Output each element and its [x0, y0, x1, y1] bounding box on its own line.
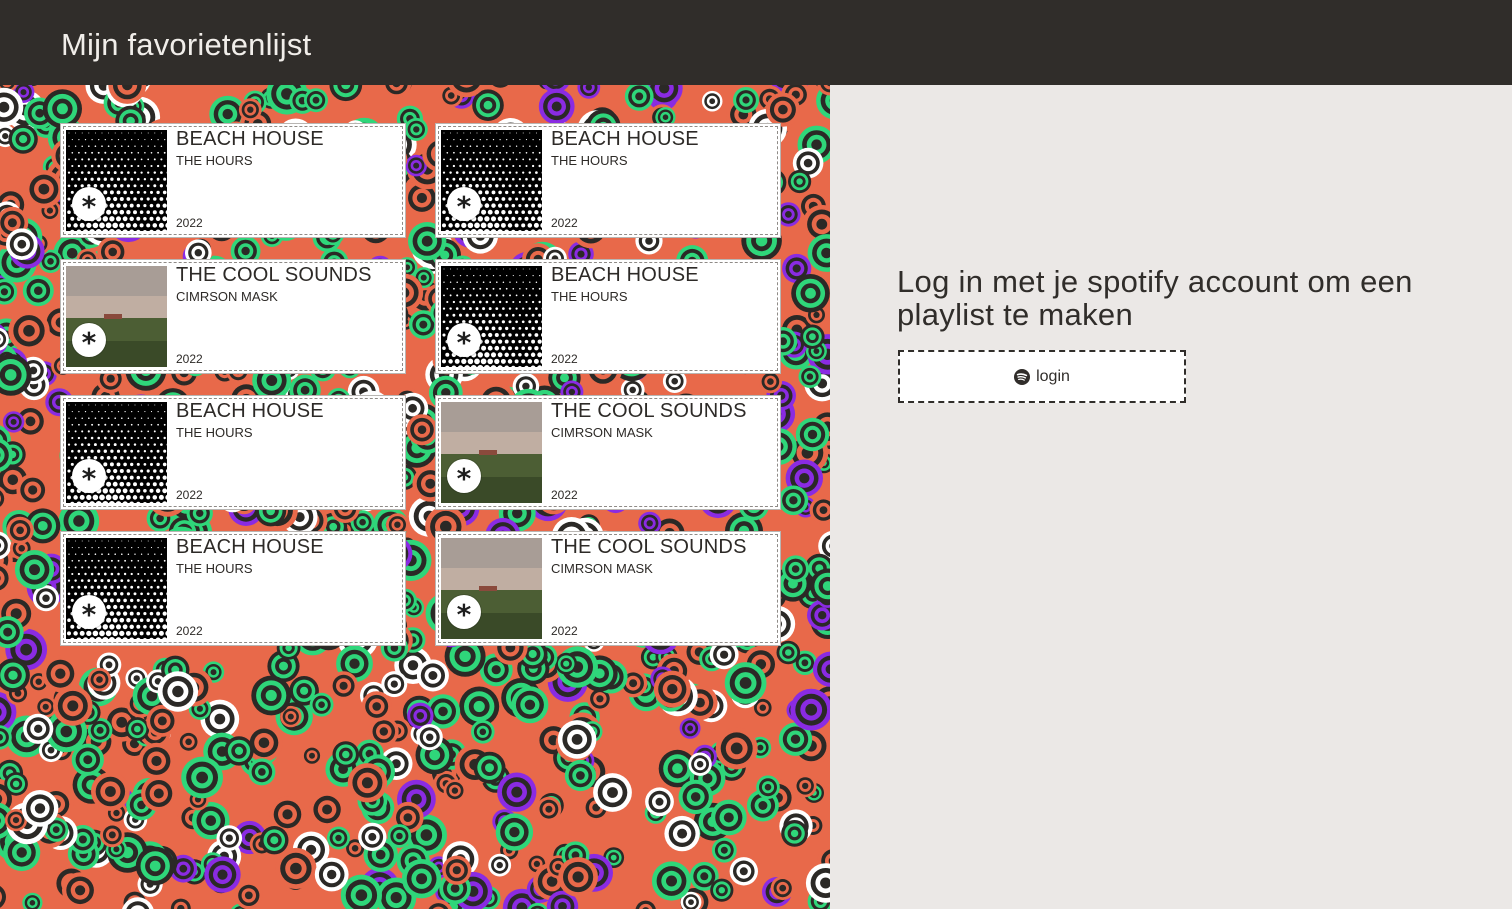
track-artist: THE HOURS — [176, 153, 253, 168]
star-icon[interactable]: * — [72, 323, 106, 359]
track-year: 2022 — [551, 352, 578, 366]
favorites-grid: * BEACH HOUSE THE HOURS 2022 * BEACH HOU… — [0, 85, 830, 909]
favorite-card[interactable]: * BEACH HOUSE THE HOURS 2022 — [435, 259, 781, 374]
track-artist: THE HOURS — [551, 153, 628, 168]
track-year: 2022 — [176, 352, 203, 366]
track-year: 2022 — [551, 488, 578, 502]
favorite-card[interactable]: * BEACH HOUSE THE HOURS 2022 — [60, 531, 406, 646]
favorites-panel: * BEACH HOUSE THE HOURS 2022 * BEACH HOU… — [0, 85, 830, 909]
track-title: THE COOL SOUNDS — [551, 536, 747, 558]
track-year: 2022 — [551, 624, 578, 638]
track-year: 2022 — [176, 216, 203, 230]
track-title: BEACH HOUSE — [176, 128, 324, 150]
favorite-card[interactable]: * THE COOL SOUNDS CIMRSON MASK 2022 — [435, 395, 781, 510]
track-year: 2022 — [551, 216, 578, 230]
star-icon[interactable]: * — [447, 459, 481, 495]
favorite-card[interactable]: * THE COOL SOUNDS CIMRSON MASK 2022 — [60, 259, 406, 374]
track-artist: THE HOURS — [176, 425, 253, 440]
track-artist: CIMRSON MASK — [176, 289, 278, 304]
star-icon[interactable]: * — [72, 459, 106, 495]
page-title: Mijn favorietenlijst — [61, 27, 312, 62]
track-title: BEACH HOUSE — [551, 128, 699, 150]
star-icon[interactable]: * — [447, 595, 481, 631]
favorite-card[interactable]: * BEACH HOUSE THE HOURS 2022 — [60, 123, 406, 238]
favorite-card[interactable]: * BEACH HOUSE THE HOURS 2022 — [435, 123, 781, 238]
login-button[interactable]: login — [898, 350, 1186, 403]
track-title: BEACH HOUSE — [176, 400, 324, 422]
spotify-icon — [1014, 368, 1031, 385]
login-panel: Log in met je spotify account om een pla… — [830, 85, 1512, 909]
favorite-card[interactable]: * THE COOL SOUNDS CIMRSON MASK 2022 — [435, 531, 781, 646]
header-bar: Mijn favorietenlijst — [0, 0, 1512, 85]
star-icon[interactable]: * — [72, 187, 106, 223]
login-button-label: login — [1036, 367, 1070, 385]
track-artist: THE HOURS — [551, 289, 628, 304]
favorite-card[interactable]: * BEACH HOUSE THE HOURS 2022 — [60, 395, 406, 510]
track-year: 2022 — [176, 488, 203, 502]
star-icon[interactable]: * — [72, 595, 106, 631]
track-title: BEACH HOUSE — [176, 536, 324, 558]
track-title: THE COOL SOUNDS — [176, 264, 372, 286]
track-title: BEACH HOUSE — [551, 264, 699, 286]
star-icon[interactable]: * — [447, 323, 481, 359]
login-heading: Log in met je spotify account om een pla… — [897, 264, 1413, 332]
track-title: THE COOL SOUNDS — [551, 400, 747, 422]
track-year: 2022 — [176, 624, 203, 638]
track-artist: THE HOURS — [176, 561, 253, 576]
star-icon[interactable]: * — [447, 187, 481, 223]
track-artist: CIMRSON MASK — [551, 561, 653, 576]
track-artist: CIMRSON MASK — [551, 425, 653, 440]
